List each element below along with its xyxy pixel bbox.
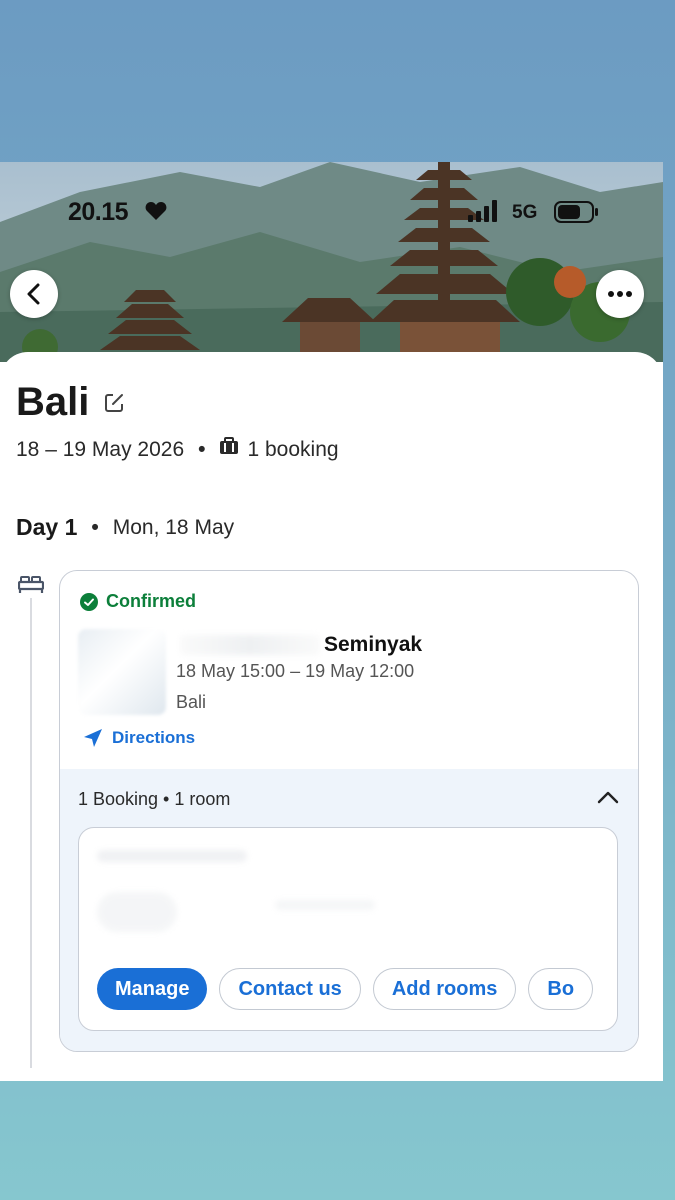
redacted-details	[95, 844, 395, 954]
redacted-text	[180, 635, 320, 655]
truncated-action-button[interactable]: Bo	[528, 968, 594, 1010]
bed-icon	[17, 574, 45, 599]
trip-meta: 18 – 19 May 2026 • 1 booking	[16, 437, 339, 461]
briefcase-icon	[219, 437, 239, 461]
action-buttons: Manage Contact us Add rooms Bo	[97, 968, 617, 1010]
manage-button[interactable]: Manage	[97, 968, 208, 1010]
directions-label: Directions	[112, 728, 196, 747]
battery-icon	[554, 200, 600, 224]
day-label: Day 1	[16, 514, 78, 540]
signal-bars-icon	[468, 200, 502, 222]
bookings-count: 1 booking	[247, 438, 339, 461]
room-card: Manage Contact us Add rooms Bo	[78, 827, 618, 1031]
trip-title-row: Bali	[16, 380, 125, 425]
heart-icon	[145, 201, 167, 221]
hotel-thumbnail	[78, 629, 166, 715]
booking-details-panel: 1 Booking • 1 room Manage Contact us Add…	[60, 769, 638, 1051]
trip-title: Bali	[16, 380, 90, 424]
directions-link[interactable]: Directions	[82, 727, 195, 749]
hero-image: 20.15 5G	[0, 162, 663, 362]
back-button[interactable]	[10, 270, 58, 318]
trip-sheet: Bali 18 – 19 May 2026 • 1 booking Day 1 …	[0, 352, 663, 1081]
day-header: Day 1 • Mon, 18 May	[16, 514, 235, 540]
status-time: 20.15	[68, 198, 129, 226]
navigation-arrow-icon	[84, 729, 102, 747]
check-circle-icon	[80, 592, 98, 611]
chevron-left-icon	[27, 283, 40, 305]
contact-us-button[interactable]: Contact us	[219, 968, 361, 1010]
ellipsis-icon	[608, 291, 632, 297]
edit-icon[interactable]	[103, 392, 125, 419]
network-label: 5G	[512, 202, 538, 223]
booking-summary: 1 Booking • 1 room	[78, 789, 231, 809]
chevron-up-icon[interactable]	[596, 789, 620, 810]
status-badge: Confirmed	[80, 591, 196, 612]
stay-dates: 18 May 15:00 – 19 May 12:00	[176, 661, 415, 681]
hotel-name: Seminyak	[324, 633, 423, 656]
hotel-city: Bali	[176, 692, 207, 712]
add-rooms-button[interactable]: Add rooms	[372, 968, 517, 1010]
more-options-button[interactable]	[596, 270, 644, 318]
day-date: Mon, 18 May	[112, 515, 235, 539]
timeline-line	[30, 598, 32, 1068]
status-label: Confirmed	[106, 591, 196, 611]
trip-dates: 18 – 19 May 2026	[16, 438, 185, 461]
booking-card[interactable]: Confirmed Seminyak 18 May 15:00 – 19 May…	[59, 570, 639, 1052]
app-screen: 20.15 5G Bali 18 – 19 May 2026 • 1 booki…	[0, 162, 663, 1081]
